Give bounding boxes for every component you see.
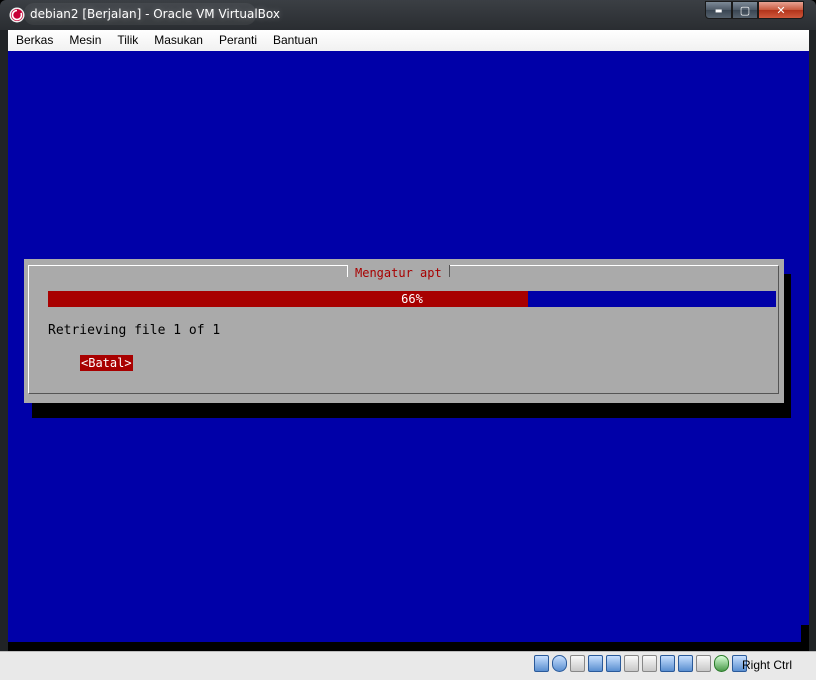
video-capture-icon[interactable] bbox=[678, 655, 693, 672]
frame-left bbox=[0, 30, 8, 651]
progress-label: 66% bbox=[401, 292, 423, 306]
minimize-button[interactable]: ▬ bbox=[705, 1, 732, 19]
installer-dialog: Mengatur apt 66% Retrieving file 1 of 1 … bbox=[24, 259, 784, 403]
maximize-button[interactable]: ▢ bbox=[732, 1, 758, 19]
close-button[interactable]: ✕ bbox=[758, 1, 804, 19]
progress-bar: 66% bbox=[48, 291, 776, 307]
network-icon[interactable] bbox=[588, 655, 603, 672]
status-text: Retrieving file 1 of 1 bbox=[48, 323, 221, 338]
window-title: debian2 [Berjalan] - Oracle VM VirtualBo… bbox=[30, 7, 280, 21]
menu-bantuan[interactable]: Bantuan bbox=[265, 30, 326, 51]
hard-disk-icon[interactable] bbox=[534, 655, 549, 672]
optical-drive-icon[interactable] bbox=[552, 655, 567, 672]
clipboard-icon[interactable] bbox=[696, 655, 711, 672]
usb-icon[interactable] bbox=[606, 655, 621, 672]
menu-berkas[interactable]: Berkas bbox=[8, 30, 61, 51]
shared-folders-icon[interactable] bbox=[642, 655, 657, 672]
menu-masukan[interactable]: Masukan bbox=[146, 30, 211, 51]
title-bar[interactable]: debian2 [Berjalan] - Oracle VM VirtualBo… bbox=[0, 0, 816, 30]
screen-right-edge bbox=[801, 625, 809, 651]
status-bar: Right Ctrl bbox=[0, 651, 816, 680]
minimize-icon: ▬ bbox=[714, 5, 723, 15]
debian-swirl-icon bbox=[9, 7, 25, 23]
host-key-label: Right Ctrl bbox=[742, 658, 793, 672]
menu-peranti[interactable]: Peranti bbox=[211, 30, 265, 51]
close-icon: ✕ bbox=[776, 3, 786, 17]
menu-mesin[interactable]: Mesin bbox=[61, 30, 109, 51]
status-bar-icons bbox=[534, 655, 747, 672]
dialog-title: Mengatur apt bbox=[347, 265, 450, 281]
maximize-icon: ▢ bbox=[739, 3, 751, 17]
vm-screen[interactable]: Mengatur apt 66% Retrieving file 1 of 1 … bbox=[8, 51, 809, 642]
cancel-button[interactable]: <Batal> bbox=[80, 355, 133, 371]
virtualbox-window: debian2 [Berjalan] - Oracle VM VirtualBo… bbox=[0, 0, 816, 680]
screen-bottom-strip bbox=[8, 642, 801, 651]
frame-right bbox=[809, 30, 816, 651]
menu-tilik[interactable]: Tilik bbox=[109, 30, 146, 51]
audio-icon[interactable] bbox=[570, 655, 585, 672]
display-icon[interactable] bbox=[660, 655, 675, 672]
window-controls: ▬ ▢ ✕ bbox=[705, 1, 804, 20]
mouse-integration-icon[interactable] bbox=[714, 655, 729, 672]
menu-bar: Berkas Mesin Tilik Masukan Peranti Bantu… bbox=[8, 30, 809, 52]
pencil-icon[interactable] bbox=[624, 655, 639, 672]
